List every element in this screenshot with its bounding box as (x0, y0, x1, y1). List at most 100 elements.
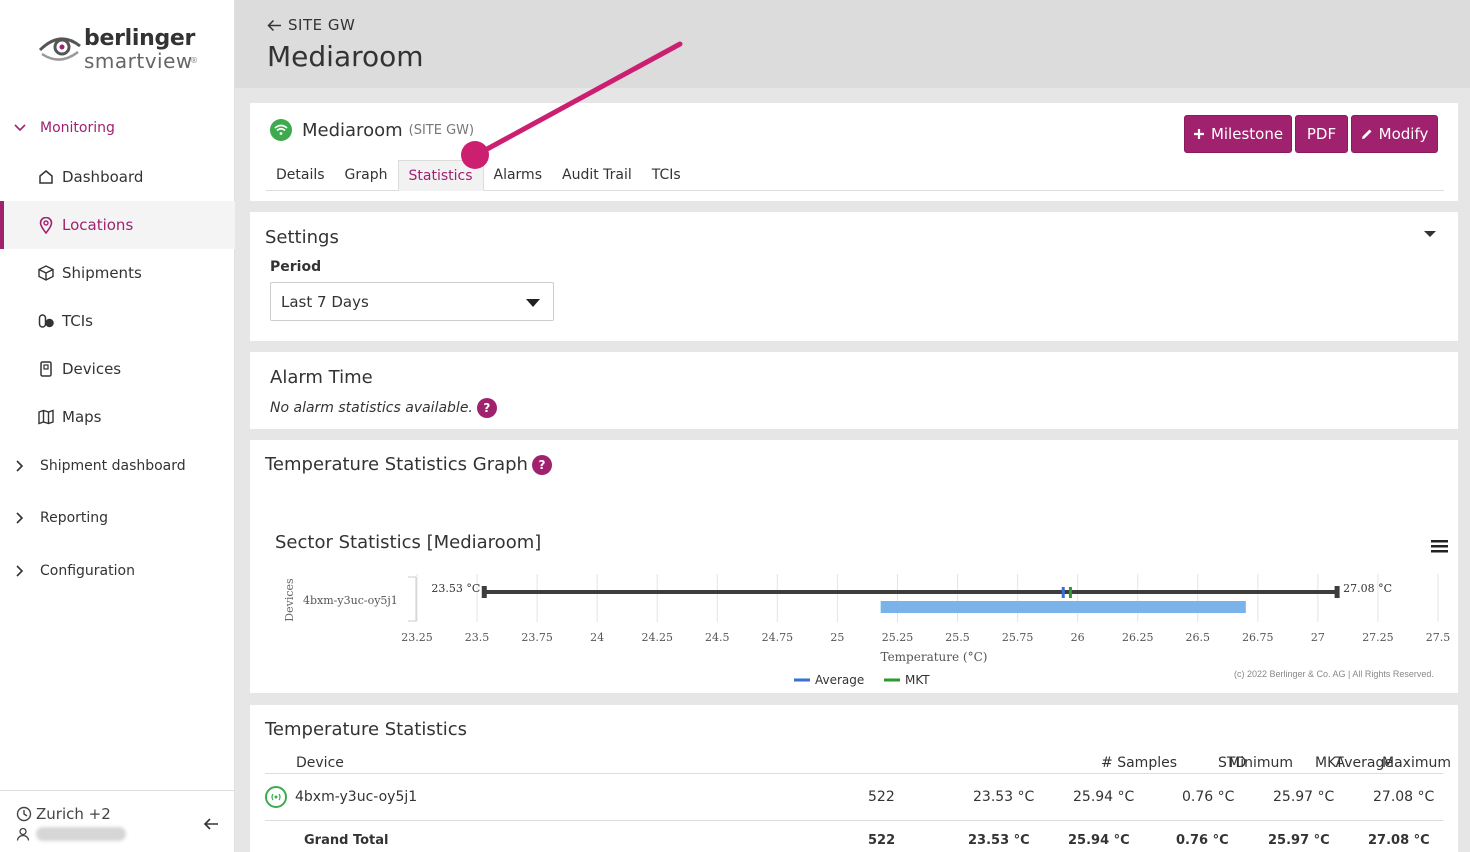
plus-icon (1193, 129, 1204, 139)
tab-graph[interactable]: Graph (335, 160, 398, 190)
nav-group-configuration[interactable]: Configuration (0, 556, 235, 586)
x-tick-label-13: 26.5 (1186, 631, 1211, 644)
x-tick-label-2: 23.75 (521, 631, 553, 644)
help-icon[interactable]: ? (531, 454, 552, 475)
table-header: Device # Samples Minimum Average STD MKT… (265, 753, 1451, 774)
chevron-down-icon (0, 123, 40, 133)
cell-std: 0.76 °C (1182, 789, 1235, 805)
map-icon (36, 409, 56, 425)
sidebar: berlinger smartview ® Monitoring Dashboa… (0, 0, 235, 852)
x-tick-label-16: 27.25 (1362, 631, 1394, 644)
back-link-label: SITE GW (288, 16, 356, 34)
cell-grand-total: Grand Total (304, 832, 389, 848)
y-axis-title: Devices (283, 578, 296, 622)
x-tick-label-12: 26.25 (1122, 631, 1154, 644)
chevron-right-icon (0, 511, 40, 525)
settings-card: Settings Period Last 7 Days (250, 212, 1458, 341)
no-alarm-message: No alarm statistics available. ? (270, 398, 497, 418)
x-tick-label-4: 24.25 (641, 631, 673, 644)
max-value-label: 27.08 °C (1343, 582, 1392, 595)
add-milestone-button[interactable]: Milestone (1184, 115, 1292, 153)
collapse-sidebar-button[interactable] (200, 813, 222, 835)
legend-average-label: Average (815, 673, 864, 687)
page-header: SITE GW Mediaroom (235, 0, 1470, 88)
pdf-button[interactable]: PDF (1295, 115, 1348, 153)
graph-title-row: Temperature Statistics Graph ? (265, 454, 552, 475)
col-mkt: MKT (1315, 755, 1344, 771)
pdf-label: PDF (1306, 125, 1337, 143)
x-tick-label-7: 25 (830, 631, 844, 644)
col-device: Device (296, 755, 344, 771)
sidebar-item-label: Devices (62, 360, 122, 378)
y-category-label: 4bxm-y3uc-oy5j1 (303, 594, 398, 607)
table-total-row: Grand Total 522 23.53 °C 25.94 °C 0.76 °… (265, 821, 1443, 852)
sidebar-item-label: Dashboard (62, 168, 144, 186)
device-status-icon (265, 786, 287, 808)
x-tick-label-5: 24.5 (705, 631, 730, 644)
sidebar-item-label: Maps (62, 408, 102, 426)
sidebar-item-label: Locations (62, 216, 134, 234)
berlinger-logo[interactable]: berlinger smartview ® (38, 26, 208, 76)
sidebar-item-dashboard[interactable]: Dashboard (0, 153, 235, 201)
location-label: Zurich +2 (36, 805, 111, 823)
tab-alarms[interactable]: Alarms (484, 160, 553, 190)
help-icon[interactable]: ? (476, 398, 497, 418)
location-card: Mediaroom (SITE GW) Milestone PDF Modify… (250, 103, 1458, 201)
alarm-title: Alarm Time (270, 367, 373, 388)
tab-audit-trail[interactable]: Audit Trail (552, 160, 642, 190)
back-link[interactable]: SITE GW (267, 16, 355, 34)
period-select[interactable]: Last 7 Days (270, 282, 554, 321)
cell-total-average: 25.94 °C (1068, 832, 1130, 848)
chevron-right-icon (0, 564, 40, 578)
period-value: Last 7 Days (281, 292, 369, 311)
device-icon (36, 361, 56, 377)
modify-label: Modify (1378, 125, 1429, 143)
stats-title: Temperature Statistics (265, 719, 468, 740)
modify-button[interactable]: Modify (1351, 115, 1438, 153)
location-selector[interactable]: Zurich +2 (16, 805, 111, 823)
cell-device[interactable]: 4bxm-y3uc-oy5j1 (295, 789, 417, 805)
arrow-left-icon (267, 19, 281, 31)
nav-group-label: Reporting (40, 510, 109, 526)
caret-down-icon[interactable] (1422, 226, 1438, 240)
graph-title: Temperature Statistics Graph (265, 454, 528, 475)
average-marker (1061, 587, 1065, 598)
x-tick-label-0: 23.25 (401, 631, 433, 644)
cell-total-samples: 522 (868, 832, 896, 848)
location-tabs: Details Graph Statistics Alarms Audit Tr… (266, 160, 1444, 191)
chart-svg: Sector Statistics [Mediaroom] 23.25 23.5 23… (275, 532, 1450, 687)
sidebar-item-devices[interactable]: Devices (0, 345, 235, 393)
sector-statistics-chart: Sector Statistics [Mediaroom] 23.25 23.5 23… (250, 480, 1458, 693)
cell-mkt: 25.97 °C (1273, 789, 1335, 805)
tab-tcis[interactable]: TCIs (642, 160, 691, 190)
arrow-left-icon (203, 818, 218, 830)
sidebar-item-maps[interactable]: Maps (0, 393, 235, 441)
sidebar-item-label: Shipments (62, 264, 142, 282)
period-label: Period (270, 259, 322, 275)
table-row[interactable]: 4bxm-y3uc-oy5j1 522 23.53 °C 25.94 °C 0.… (265, 774, 1443, 821)
milestone-label: Milestone (1210, 125, 1284, 143)
nav-group-reporting[interactable]: Reporting (0, 503, 235, 533)
range-cap-max (1334, 586, 1340, 598)
location-parent: (SITE GW) (408, 122, 475, 138)
no-alarm-text: No alarm statistics available. (270, 400, 473, 416)
sidebar-item-shipments[interactable]: Shipments (0, 249, 235, 297)
user-icon (16, 827, 30, 841)
tci-icon (36, 313, 56, 329)
min-value-label: 23.53 °C (431, 582, 480, 595)
user-menu[interactable] (16, 827, 126, 841)
col-maximum: Maximum (1382, 755, 1451, 771)
x-tick-label-15: 27 (1311, 631, 1325, 644)
sidebar-item-tcis[interactable]: TCIs (0, 297, 235, 345)
caret-down-icon (526, 299, 540, 307)
clock-icon (16, 806, 32, 822)
sidebar-item-locations[interactable]: Locations (0, 201, 235, 249)
tab-statistics[interactable]: Statistics (397, 160, 484, 191)
tab-details[interactable]: Details (266, 160, 335, 190)
cell-samples: 522 (868, 789, 895, 805)
nav-group-monitoring[interactable]: Monitoring (0, 113, 235, 143)
nav-group-shipment-dashboard[interactable]: Shipment dashboard (0, 451, 235, 481)
chevron-right-icon (0, 459, 40, 473)
range-cap-min (481, 586, 487, 598)
alarm-time-card: Alarm Time No alarm statistics available… (250, 352, 1458, 429)
